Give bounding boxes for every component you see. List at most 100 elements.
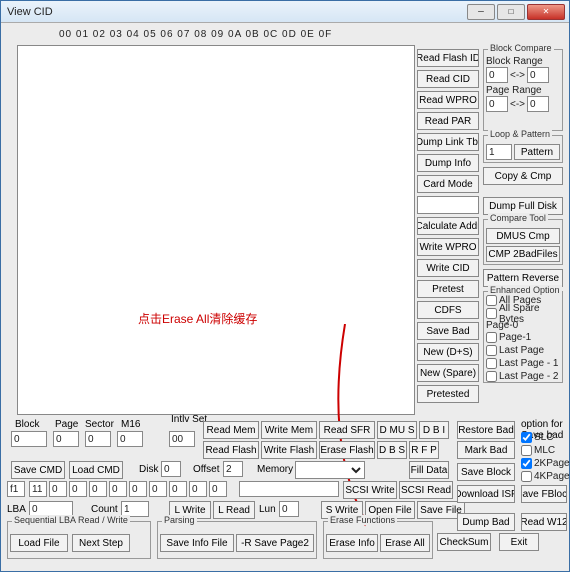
disk-input[interactable] (161, 461, 181, 477)
cmp-2badfiles-button[interactable]: CMP 2BadFiles (486, 246, 560, 262)
save-cmd-button[interactable]: Save CMD (11, 461, 65, 479)
pretested-button[interactable]: Pretested (417, 385, 479, 403)
mlc-label: MLC (534, 445, 555, 456)
cdfs-button[interactable]: CDFS (417, 301, 479, 319)
page-input[interactable] (53, 431, 79, 447)
scsi-write-button[interactable]: SCSI Write (343, 481, 397, 499)
r2-4[interactable] (109, 481, 127, 497)
all-pages-checkbox[interactable] (486, 295, 497, 306)
card-mode-button[interactable]: Card Mode (417, 175, 479, 193)
download-isp-button[interactable]: Download ISP (457, 485, 515, 503)
pattern-button[interactable]: Pattern (514, 144, 560, 160)
last-page-1-checkbox[interactable] (486, 358, 497, 369)
save-bad-button[interactable]: Save Bad (417, 322, 479, 340)
lread-button[interactable]: L Read (213, 501, 255, 519)
slc-checkbox[interactable] (521, 432, 532, 443)
load-cmd-button[interactable]: Load CMD (69, 461, 123, 479)
save-block-button[interactable]: Save Block (457, 463, 515, 481)
erase-all-button[interactable]: Erase All (380, 534, 430, 552)
read-flash-button[interactable]: Read Flash (203, 441, 259, 459)
r-save-page2-button[interactable]: -R Save Page2 (236, 534, 314, 552)
page1-checkbox[interactable] (486, 332, 497, 343)
read-wpro-button[interactable]: Read WPRO (417, 91, 479, 109)
loop-count-input[interactable] (486, 144, 512, 160)
read-sfr-button[interactable]: Read SFR (319, 421, 375, 439)
copy-cmp-button[interactable]: Copy & Cmp (483, 167, 563, 185)
read-par-button[interactable]: Read PAR (417, 112, 479, 130)
offset-input[interactable] (223, 461, 243, 477)
2kpage-checkbox[interactable] (521, 458, 532, 469)
r2-5[interactable] (129, 481, 147, 497)
exit-button[interactable]: Exit (499, 533, 539, 551)
dmus-cmp-button[interactable]: DMUS Cmp (486, 228, 560, 244)
write-wpro-button[interactable]: Write WPRO (417, 238, 479, 256)
r2-7[interactable] (169, 481, 187, 497)
fill-data-button[interactable]: Fill Data (409, 461, 449, 479)
load-file-button[interactable]: Load File (10, 534, 68, 552)
dmus-button[interactable]: D MU S (377, 421, 417, 439)
4kpage-checkbox[interactable] (521, 471, 532, 482)
block-range-from[interactable] (486, 67, 508, 83)
rfp-button[interactable]: R F P (409, 441, 439, 459)
read-mem-button[interactable]: Read Mem (203, 421, 259, 439)
r2-9[interactable] (209, 481, 227, 497)
new-spare-button[interactable]: New (Spare) (417, 364, 479, 382)
sector-input[interactable] (85, 431, 111, 447)
last-page-2-checkbox[interactable] (486, 371, 497, 382)
write-cid-button[interactable]: Write CID (417, 259, 479, 277)
scsi-read-button[interactable]: SCSI Read (399, 481, 453, 499)
lba-label: LBA (7, 504, 26, 515)
r2-2[interactable] (69, 481, 87, 497)
row2-wide-input[interactable] (239, 481, 339, 497)
dump-info-button[interactable]: Dump Info (417, 154, 479, 172)
read-flash-id-button[interactable]: Read Flash ID (417, 49, 479, 67)
m16-input[interactable] (117, 431, 143, 447)
r2-1[interactable] (49, 481, 67, 497)
mark-bad-button[interactable]: Mark Bad (457, 441, 515, 459)
restore-bad-button[interactable]: Restore Bad (457, 421, 515, 439)
mlc-checkbox[interactable] (521, 445, 532, 456)
block-input[interactable] (11, 431, 47, 447)
lun-input[interactable] (279, 501, 299, 517)
memory-select[interactable] (295, 461, 365, 479)
next-step-button[interactable]: Next Step (72, 534, 130, 552)
calculate-addr-button[interactable]: Calculate Addr (417, 217, 479, 235)
parsing-legend: Parsing (162, 515, 197, 525)
write-flash-button[interactable]: Write Flash (261, 441, 317, 459)
dump-link-tbl-button[interactable]: Dump Link Tbl (417, 133, 479, 151)
dbs-button[interactable]: D B S (377, 441, 407, 459)
last-page-checkbox[interactable] (486, 345, 497, 356)
dump-bad-button[interactable]: Dump Bad (457, 513, 515, 531)
erase-info-button[interactable]: Erase Info (326, 534, 378, 552)
calc-input[interactable] (417, 196, 479, 214)
f1-input[interactable] (7, 481, 25, 497)
checksum-button[interactable]: CheckSum (437, 533, 491, 551)
new-ds-button[interactable]: New (D+S) (417, 343, 479, 361)
read-cid-button[interactable]: Read CID (417, 70, 479, 88)
dbi-button[interactable]: D B I (419, 421, 449, 439)
r2-8[interactable] (189, 481, 207, 497)
page-range-from[interactable] (486, 96, 508, 112)
close-button[interactable]: ✕ (527, 4, 565, 20)
intlv-input[interactable] (169, 431, 195, 447)
disk-label: Disk (139, 464, 158, 475)
r2-0[interactable] (29, 481, 47, 497)
read-w12-button[interactable]: Read W12 (521, 513, 567, 531)
all-spare-bytes-checkbox[interactable] (486, 308, 497, 319)
r2-3[interactable] (89, 481, 107, 497)
write-mem-button[interactable]: Write Mem (261, 421, 317, 439)
maximize-button[interactable]: □ (497, 4, 525, 20)
page-range-to[interactable] (527, 96, 549, 112)
save-info-file-button[interactable]: Save Info File (160, 534, 234, 552)
erase-flash-button[interactable]: Erase Flash (319, 441, 375, 459)
pretest-button[interactable]: Pretest (417, 280, 479, 298)
compare-tool-legend: Compare Tool (488, 213, 548, 223)
r2-6[interactable] (149, 481, 167, 497)
block-range-to[interactable] (527, 67, 549, 83)
minimize-button[interactable]: ─ (467, 4, 495, 20)
slc-label: SLC (534, 432, 553, 443)
erase-functions-group: Erase Functions Erase Info Erase All (323, 521, 433, 559)
loop-pattern-group: Loop & Pattern Pattern (483, 135, 563, 163)
save-fblock-button[interactable]: Save FBlock (521, 485, 567, 503)
right-panel-column: Block Compare Block Range <-> Page Range… (483, 49, 563, 383)
